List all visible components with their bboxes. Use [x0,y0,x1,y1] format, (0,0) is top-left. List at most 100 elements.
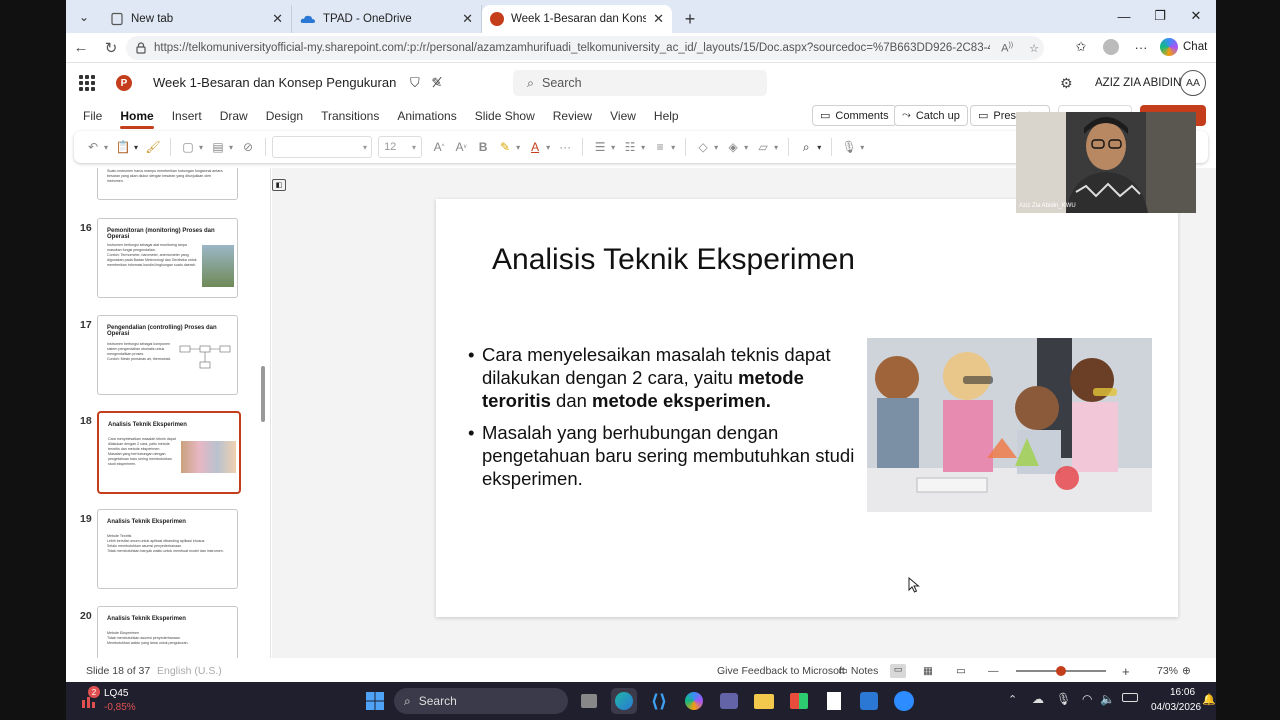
star-icon[interactable]: ☆ [1024,42,1044,55]
more-icon[interactable]: ··· [1130,36,1152,58]
highlight-icon[interactable]: ✎ [494,136,516,158]
profile-icon[interactable] [1100,36,1122,58]
format-painter-icon[interactable]: 🖌 [142,136,164,158]
language-indicator[interactable]: English (U.S.) [157,665,222,677]
feedback-link[interactable]: Give Feedback to Microsoft [717,665,845,677]
dictate-icon[interactable]: 🎙 [838,136,860,158]
paste-icon[interactable]: 📋 [112,136,134,158]
layout-icon[interactable]: ▤ [207,136,229,158]
store-icon[interactable] [786,688,812,714]
notification-bell-icon[interactable]: 🔔 [1202,693,1216,706]
menu-insert[interactable]: Insert [163,109,211,123]
comments-button[interactable]: ▭ Comments [812,105,897,126]
battery-icon[interactable] [1122,693,1138,702]
menu-design[interactable]: Design [257,109,312,123]
vscode-icon[interactable]: ⟨⟩ [646,688,672,714]
panel-divider[interactable] [270,168,271,658]
decrease-font-icon[interactable]: Av [450,136,472,158]
thumbnail-scrollbar[interactable] [261,366,265,422]
find-icon[interactable]: ⌕ [795,136,817,158]
slide-body[interactable]: Cara menyelesaikan masalah teknis dapat … [468,343,868,498]
task-view-icon[interactable] [576,688,602,714]
slide-thumbnail-18[interactable]: Analisis Teknik Eksperimen Cara menyeles… [97,411,241,494]
microphone-icon[interactable]: 🎙 [1056,692,1071,706]
close-icon[interactable]: ✕ [272,11,283,27]
new-slide-icon[interactable]: ▢ [177,136,199,158]
menu-slide-show[interactable]: Slide Show [466,109,544,123]
normal-view-icon[interactable]: ▭ [890,664,906,678]
bullets-icon[interactable]: ☰ [589,136,611,158]
zoom-level[interactable]: 73% [1157,665,1178,677]
url-field[interactable]: https://telkomuniversityofficial-my.shar… [126,36,1044,60]
menu-view[interactable]: View [601,109,645,123]
edge-icon[interactable] [611,688,637,714]
slide-image[interactable] [867,338,1152,512]
copilot-chat-button[interactable]: Chat [1160,38,1207,56]
slide-thumbnail-20[interactable]: Analisis Teknik Eksperimen Metode Eksper… [97,606,238,658]
copilot-icon[interactable] [681,688,707,714]
hide-slide-icon[interactable]: ⊘ [237,136,259,158]
speaker-icon[interactable]: 🔈 [1100,692,1115,706]
close-icon[interactable]: ✕ [653,11,664,27]
minimize-button[interactable]: — [1107,4,1141,28]
fit-to-window-icon[interactable]: ⊕ [1182,665,1191,677]
windows-start-icon[interactable] [362,688,388,714]
slide-thumbnail-15[interactable]: Suatu instrumen harus mampu memberikan h… [97,168,238,200]
onedrive-tray-icon[interactable]: ☁ [1032,692,1044,706]
catch-up-button[interactable]: ⤳ Catch up [894,105,968,126]
slide-thumbnail-17[interactable]: Pengendalian (controlling) Proses dan Op… [97,315,238,395]
font-name-dropdown[interactable]: ▾ [272,136,373,158]
clock-date[interactable]: 04/03/2026 [1151,702,1201,713]
search-box[interactable]: ⌕ Search [513,70,767,96]
menu-draw[interactable]: Draw [211,109,257,123]
more-icon[interactable]: ··· [554,136,576,158]
zoom-slider[interactable] [1016,666,1106,676]
bold-icon[interactable]: B [472,136,494,158]
numbering-icon[interactable]: ☷ [619,136,641,158]
wifi-icon[interactable]: ◠ [1082,692,1092,706]
zoom-app-icon[interactable] [891,688,917,714]
zoom-slider-knob[interactable] [1056,666,1066,676]
tab-powerpoint[interactable]: Week 1-Besaran dan Konsep Penguk ✕ [482,5,672,33]
shield-icon[interactable]: ⛉ [410,75,420,90]
back-button[interactable]: ← [66,35,96,61]
align-icon[interactable]: ≡ [649,136,671,158]
font-color-icon[interactable]: A [524,136,546,158]
close-window-button[interactable]: ✕ [1179,4,1213,28]
slide-thumbnail-19[interactable]: Analisis Teknik Eksperimen Metode Teorit… [97,509,238,589]
document-icon[interactable] [821,688,847,714]
menu-animations[interactable]: Animations [388,109,465,123]
undo-icon[interactable]: ↶ [82,136,104,158]
gear-icon[interactable]: ⚙ [1060,75,1073,92]
tab-actions-button[interactable]: ⌄ [70,3,98,31]
collapse-panel-icon[interactable]: ◧ [272,179,286,191]
tab-onedrive[interactable]: TPAD - OneDrive ✕ [292,5,482,33]
zoom-out-icon[interactable]: — [988,665,999,677]
read-aloud-icon[interactable]: A)) [996,42,1018,55]
notes-button[interactable]: ▭ Notes [838,665,878,677]
whiteboard-icon[interactable] [856,688,882,714]
slide-sorter-icon[interactable]: ▦ [923,665,933,677]
menu-file[interactable]: File [74,109,111,123]
avatar[interactable]: AA [1180,70,1206,96]
favorites-icon[interactable]: ✩ [1070,36,1092,58]
stock-widget-icon[interactable]: 2 [80,686,102,710]
shapes-icon[interactable]: ◇ [692,136,714,158]
increase-font-icon[interactable]: A ^ [428,136,450,158]
maximize-button[interactable]: ❐ [1143,4,1177,28]
refresh-button[interactable]: ↻ [96,35,126,61]
file-explorer-icon[interactable] [751,688,777,714]
slide-title[interactable]: Analisis Teknik Eksperimen [492,243,855,277]
slide-show-icon[interactable]: ▭ [956,665,966,677]
shape-fill-icon[interactable]: ◈ [722,136,744,158]
menu-review[interactable]: Review [544,109,601,123]
chevron-up-icon[interactable]: ⌃ [1008,693,1017,706]
close-icon[interactable]: ✕ [462,11,473,27]
teams-icon[interactable] [716,688,742,714]
slide[interactable]: Analisis Teknik Eksperimen Cara menyeles… [436,199,1178,617]
editing-disabled-icon[interactable]: ✎̸ [431,75,442,90]
tab-new-tab[interactable]: New tab ✕ [102,5,292,33]
slide-thumbnail-16[interactable]: Pemonitoran (monitoring) Proses dan Oper… [97,218,238,298]
clock-time[interactable]: 16:06 [1170,687,1195,698]
menu-home[interactable]: Home [111,109,162,129]
